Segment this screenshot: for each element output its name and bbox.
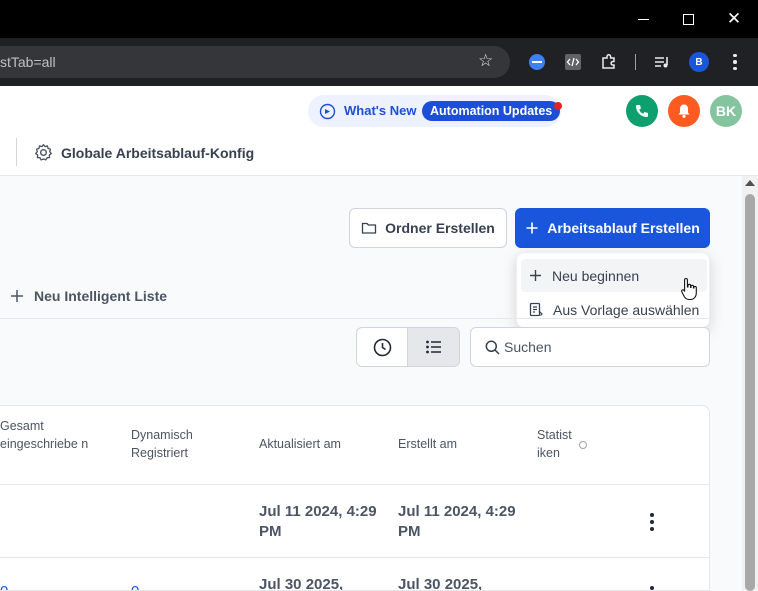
extension-diamond-icon[interactable] (527, 52, 547, 72)
clock-icon (373, 338, 391, 356)
browser-toolbar: stTab=all ☆ B (0, 38, 758, 86)
row-2-updated: Jul 30 2025, (259, 576, 344, 591)
maximize-icon (682, 13, 694, 25)
column-header-total-enrolled[interactable]: Gesamt eingeschriebe n (0, 417, 110, 453)
extension-code-icon[interactable] (563, 52, 583, 72)
list-view-button[interactable] (408, 328, 459, 366)
header-divider (16, 138, 17, 166)
column-header-updated-at[interactable]: Aktualisiert am (259, 435, 341, 453)
toolbar-separator (635, 54, 636, 70)
window-titlebar: ✕ (0, 0, 758, 38)
sparkle-icon (319, 103, 336, 125)
whats-new-pill[interactable]: What's New Automation Updates (308, 95, 562, 127)
extensions-puzzle-icon[interactable] (599, 52, 619, 72)
automation-updates-badge[interactable]: Automation Updates (422, 101, 561, 121)
whats-new-label: What's New (344, 103, 417, 118)
row-1-updated: Jul 11 2024, 4:29 PM (259, 503, 377, 540)
folder-icon (361, 222, 377, 234)
gear-icon (35, 144, 52, 161)
global-config-label: Globale Arbeitsablauf-Konfig (61, 144, 255, 161)
page-scrollbar[interactable] (742, 176, 758, 591)
template-icon (529, 302, 543, 317)
row-divider (0, 557, 709, 558)
app-header: What's New Automation Updates BK Globale… (0, 86, 758, 176)
maximize-button[interactable] (665, 0, 711, 38)
search-icon (485, 340, 500, 355)
new-smart-list-button[interactable]: Neu Intelligent Liste (10, 288, 167, 304)
row-2-created: Jul 30 2025, (398, 576, 483, 591)
create-folder-button[interactable]: Ordner Erstellen (349, 208, 507, 248)
start-new-label: Neu beginnen (552, 267, 640, 284)
tabs-divider (0, 318, 710, 319)
column-header-created-at[interactable]: Erstellt am (398, 435, 457, 453)
workflows-table: Gesamt eingeschriebe n Dynamisch Registr… (0, 405, 710, 591)
global-workflow-config-link[interactable]: Globale Arbeitsablauf-Konfig (34, 143, 254, 162)
address-bar[interactable]: stTab=all ☆ (0, 46, 510, 78)
phone-icon (636, 105, 648, 117)
list-icon (426, 340, 441, 354)
history-view-button[interactable] (357, 328, 408, 366)
minimize-button[interactable] (620, 0, 666, 38)
create-workflow-button[interactable]: Arbeitsablauf Erstellen (515, 208, 710, 248)
row-1-created: Jul 11 2024, 4:29 PM (398, 503, 516, 540)
bookmark-star-icon[interactable]: ☆ (478, 51, 493, 71)
phone-button[interactable] (626, 95, 658, 127)
create-folder-label: Ordner Erstellen (385, 220, 495, 236)
plus-icon (11, 290, 23, 302)
plus-icon (530, 270, 541, 281)
row-divider (0, 484, 709, 485)
view-toggle (356, 327, 460, 367)
create-workflow-label: Arbeitsablauf Erstellen (547, 220, 700, 236)
bell-icon (678, 104, 690, 118)
info-icon[interactable] (579, 441, 587, 449)
hand-cursor-icon (680, 277, 698, 306)
minimize-icon (637, 18, 649, 20)
scroll-up-arrow-icon[interactable] (745, 180, 755, 186)
user-avatar[interactable]: BK (710, 95, 742, 127)
row-1-menu-icon[interactable] (649, 513, 655, 531)
row-2-total-enrolled[interactable]: 0 (0, 583, 8, 590)
media-queue-icon[interactable] (652, 52, 672, 72)
address-url[interactable]: stTab=all (0, 54, 56, 70)
close-window-button[interactable]: ✕ (711, 0, 757, 38)
search-box[interactable] (470, 327, 710, 367)
plus-icon (526, 222, 538, 234)
search-input[interactable] (504, 337, 694, 357)
column-header-dynamic-registered[interactable]: Dynamisch Registriert (131, 426, 231, 462)
scrollbar-thumb[interactable] (745, 194, 755, 591)
notifications-button[interactable] (668, 95, 700, 127)
from-template-label: Aus Vorlage auswählen (553, 301, 700, 318)
row-2-dynamic-registered[interactable]: 0 (131, 583, 139, 590)
notification-dot (554, 102, 562, 110)
profile-avatar[interactable]: B (689, 52, 709, 72)
row-2-menu-icon[interactable] (649, 586, 655, 590)
new-smart-list-label: Neu Intelligent Liste (34, 288, 168, 304)
close-icon: ✕ (726, 9, 742, 28)
browser-menu-icon[interactable] (725, 52, 745, 72)
